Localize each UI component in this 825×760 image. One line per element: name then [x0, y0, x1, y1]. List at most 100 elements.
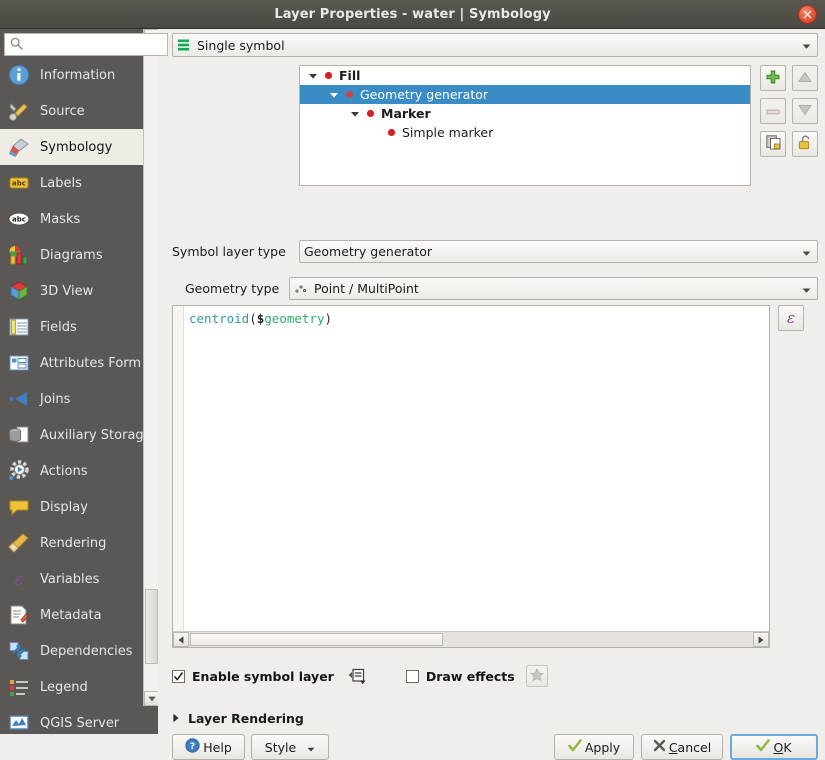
sidebar-item-display[interactable]: Display [0, 489, 158, 525]
diagrams-icon [7, 243, 31, 267]
expression-horizontal-scrollbar[interactable] [173, 631, 769, 647]
sidebar-item-fields[interactable]: Fields [0, 309, 158, 345]
style-button[interactable]: Style [251, 734, 329, 760]
layer-rendering-section[interactable]: Layer Rendering [172, 711, 304, 726]
sidebar-item-label: Display [40, 500, 88, 515]
point-multipoint-icon [294, 282, 308, 296]
display-icon [7, 495, 31, 519]
apply-button-label: Apply [585, 740, 620, 755]
close-icon[interactable] [798, 5, 817, 24]
check-icon [568, 739, 582, 756]
sidebar-item-dependencies[interactable]: Dependencies [0, 633, 158, 669]
sidebar-item-rendering[interactable]: Rendering [0, 525, 158, 561]
arrow-up-icon [798, 71, 812, 86]
sidebar-item-label: Legend [40, 680, 88, 695]
sidebar-item-variables[interactable]: ε Variables [0, 561, 158, 597]
sidebar-item-label: QGIS Server [40, 716, 119, 731]
sidebar-item-label: Labels [40, 176, 82, 191]
symbol-tree-toolbar [760, 65, 818, 157]
effects-properties-button [526, 665, 548, 687]
scroll-right-arrow-icon[interactable] [753, 632, 769, 647]
fields-icon [7, 315, 31, 339]
sidebar-item-3d-view[interactable]: 3D View [0, 273, 158, 309]
ok-button-label: OK [773, 740, 791, 755]
draw-effects-label: Draw effects [426, 669, 515, 684]
cancel-rest: ancel [678, 740, 712, 755]
sidebar-item-masks[interactable]: abc Masks [0, 201, 158, 237]
symbol-layer-type-label: Symbol layer type [172, 244, 286, 259]
remove-symbol-layer-button [760, 98, 786, 124]
expression-function-token: centroid [189, 311, 249, 326]
expand-arrow-icon[interactable] [350, 110, 360, 118]
search-input[interactable] [28, 38, 158, 52]
search-container [4, 33, 168, 56]
geometry-type-value: Point / MultiPoint [314, 281, 419, 296]
renderer-type-combobox[interactable]: Single symbol [172, 33, 818, 57]
lock-layer-button[interactable] [792, 131, 818, 157]
sidebar-item-information[interactable]: Information [0, 57, 158, 93]
sidebar-item-label: Masks [40, 212, 80, 227]
svg-text:abc: abc [12, 180, 26, 188]
collapse-arrow-icon[interactable] [172, 711, 180, 726]
scroll-down-arrow-icon[interactable] [144, 691, 158, 706]
editor-gutter [173, 306, 184, 647]
expression-editor[interactable]: centroid($geometry) [172, 305, 770, 648]
star-icon [530, 668, 544, 685]
expression-builder-button[interactable]: ε [778, 305, 804, 331]
legend-icon [7, 675, 31, 699]
symbol-layer-tree[interactable]: Fill Geometry generator Marker Sim [299, 65, 751, 186]
sidebar-item-label: Joins [40, 392, 70, 407]
symbol-layer-type-value: Geometry generator [304, 244, 432, 259]
chevron-down-icon [802, 244, 811, 259]
sidebar-item-source[interactable]: Source [0, 93, 158, 129]
sidebar-item-diagrams[interactable]: Diagrams [0, 237, 158, 273]
symbol-dot-icon [387, 128, 396, 137]
expand-arrow-icon[interactable] [329, 91, 339, 99]
data-defined-override-icon[interactable] [346, 665, 370, 687]
help-button[interactable]: ? Help [172, 734, 245, 760]
cancel-button[interactable]: Cancel [641, 734, 723, 760]
sidebar-item-labels[interactable]: abc Labels [0, 165, 158, 201]
sidebar-scrollbar[interactable] [143, 29, 158, 706]
tree-row[interactable]: Fill [300, 66, 750, 85]
sidebar-item-joins[interactable]: Joins [0, 381, 158, 417]
add-symbol-layer-button[interactable] [760, 65, 786, 91]
sidebar-item-metadata[interactable]: Metadata [0, 597, 158, 633]
tree-row-label: Simple marker [402, 125, 493, 140]
ok-button[interactable]: OK [730, 734, 818, 760]
sidebar-item-label: Auxiliary Storage [40, 428, 152, 443]
sidebar-scrollbar-thumb[interactable] [145, 589, 158, 664]
sidebar-item-legend[interactable]: Legend [0, 669, 158, 705]
symbol-dot-icon [345, 90, 354, 99]
window-title: Layer Properties - water | Symbology [274, 7, 550, 22]
help-button-label: Help [203, 740, 232, 755]
sidebar-item-auxiliary-storage[interactable]: Auxiliary Storage [0, 417, 158, 453]
expression-text[interactable]: centroid($geometry) [189, 311, 332, 326]
expression-scrollbar-thumb[interactable] [190, 633, 443, 646]
search-icon [10, 37, 23, 53]
check-icon [756, 739, 770, 756]
sidebar-item-label: Attributes Form [40, 356, 141, 371]
enable-symbol-layer-label: Enable symbol layer [192, 669, 334, 684]
sidebar-item-symbology[interactable]: Symbology [0, 129, 158, 165]
apply-button[interactable]: Apply [554, 734, 634, 760]
sidebar-item-actions[interactable]: Actions [0, 453, 158, 489]
tree-row[interactable]: Geometry generator [300, 85, 750, 104]
symbol-layer-type-combobox[interactable]: Geometry generator [299, 240, 818, 263]
sidebar: Information Source Symbology abc Labels … [0, 29, 158, 734]
sidebar-item-qgis-server[interactable]: QGIS Server [0, 705, 158, 734]
draw-effects-checkbox[interactable] [406, 670, 419, 683]
tree-row[interactable]: Simple marker [300, 123, 750, 142]
search-input-wrapper[interactable] [4, 33, 168, 56]
rendering-icon [7, 531, 31, 555]
enable-symbol-layer-checkbox[interactable] [172, 670, 185, 683]
tree-row[interactable]: Marker [300, 104, 750, 123]
masks-icon: abc [7, 207, 31, 231]
geometry-type-combobox[interactable]: Point / MultiPoint [289, 277, 818, 300]
expand-arrow-icon[interactable] [308, 72, 318, 80]
scroll-left-arrow-icon[interactable] [173, 632, 189, 647]
sidebar-item-attributes-form[interactable]: Attributes Form [0, 345, 158, 381]
chevron-down-icon[interactable] [307, 740, 315, 755]
expression-open-paren: ( [249, 311, 257, 326]
duplicate-symbol-layer-button[interactable] [760, 131, 786, 157]
